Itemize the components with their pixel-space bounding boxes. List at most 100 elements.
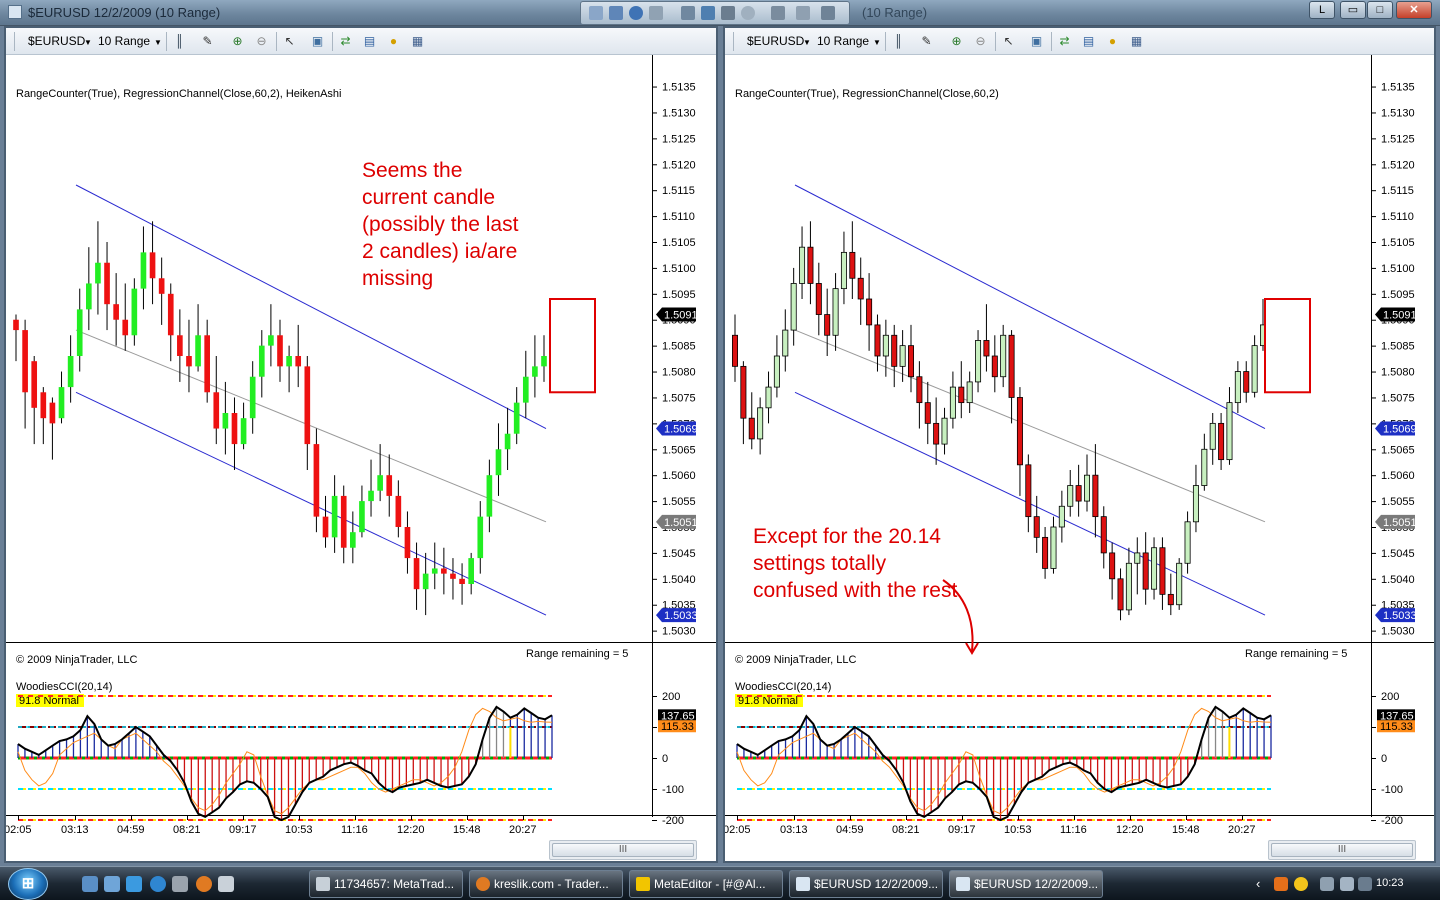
right-window-title: (10 Range) [862,5,928,20]
scroll-thumb[interactable]: III [552,843,694,857]
candle-body [757,407,764,440]
candle-body [340,495,347,548]
maximize-button[interactable]: □ [1367,1,1393,19]
tools-icon[interactable] [771,6,785,20]
refresh-icon[interactable] [589,6,603,20]
show-desktop-icon[interactable] [82,876,98,892]
interval-selector[interactable]: 10 Range [98,34,150,48]
window-icon[interactable] [218,876,234,892]
network-icon[interactable] [1320,877,1334,891]
y-tick [1371,242,1376,243]
chart-canvas[interactable]: RangeCounter(True), RegressionChannel(Cl… [6,55,716,835]
close-toolbar-icon[interactable] [821,6,835,20]
coin-icon[interactable]: ● [386,34,401,49]
firefox-icon[interactable] [196,876,212,892]
cursor-icon[interactable]: ↖ [1001,34,1016,49]
y-tick-label: 1.5040 [1381,574,1415,586]
interval-dropdown-icon[interactable]: ▼ [154,38,162,47]
strategy-icon[interactable]: ▤ [1081,34,1096,49]
candle-body [222,413,229,429]
candle-body [933,422,940,445]
tray-expand-icon[interactable]: ‹ [1256,877,1270,891]
strategy-icon[interactable]: ▤ [362,34,377,49]
taskbar-item-chart-1[interactable]: $EURUSD 12/2/2009... [789,870,943,898]
clock-icon[interactable] [741,6,755,20]
taskbar-item-metatrader[interactable]: 11734657: MetaTrad... [309,870,463,898]
globe-icon[interactable] [629,6,643,20]
data-box-icon[interactable]: ▦ [1129,34,1144,49]
horizontal-scrollbar[interactable]: III [1268,840,1416,860]
print-icon[interactable] [796,6,810,20]
pin-icon[interactable] [681,6,695,20]
bar-type-icon[interactable]: ║ [891,34,906,49]
cursor-icon[interactable]: ↖ [282,34,297,49]
annotation-text: (possibly the last [362,213,519,236]
snapshot-icon[interactable]: ▣ [310,34,325,49]
floating-toolbar[interactable] [580,1,850,25]
tray-app-icon[interactable] [1274,877,1288,891]
tools-icon[interactable] [172,876,188,892]
interval-dropdown-icon[interactable]: ▼ [873,38,881,47]
taskbar-item-metaeditor[interactable]: MetaEditor - [#@Al... [629,870,783,898]
instrument-dropdown-icon[interactable]: ▼ [803,38,811,47]
cci-marker-label: 115.33 [661,721,694,733]
y-tick [652,501,657,503]
link-icon[interactable] [721,6,735,20]
horizontal-scrollbar[interactable]: III [549,840,697,860]
media-icon[interactable] [126,876,142,892]
tray-coin-icon[interactable] [1294,877,1308,891]
minimize-button[interactable]: L [1309,1,1335,19]
candle-body [1075,485,1082,502]
y-tick-label: 1.5105 [1381,237,1415,249]
help-icon[interactable] [649,6,663,20]
indicators-icon[interactable]: ⇄ [1057,34,1072,49]
candle-body [495,449,502,476]
candle-body [67,356,74,388]
draw-tool-icon[interactable]: ✎ [200,34,215,49]
zoom-in-icon[interactable]: ⊕ [949,34,964,49]
cci-marker-label: 115.33 [1380,721,1413,733]
y-tick [1371,552,1376,554]
volume-icon[interactable] [1340,877,1354,891]
start-button[interactable]: ⊞ [8,868,48,900]
monitor-tray-icon[interactable] [1358,877,1372,891]
zoom-out-icon[interactable]: ⊖ [254,34,269,49]
instrument-selector[interactable]: $EURUSD [28,34,85,48]
x-tick [1186,815,1187,820]
info-icon[interactable] [609,6,623,20]
chart-canvas[interactable]: RangeCounter(True), RegressionChannel(Cl… [725,55,1434,835]
ie-icon[interactable] [150,876,166,892]
indicators-icon[interactable]: ⇄ [338,34,353,49]
y-tick [1371,527,1376,528]
draw-tool-icon[interactable]: ✎ [919,34,934,49]
close-button[interactable]: ✕ [1396,1,1432,19]
monitor-icon[interactable] [701,6,715,20]
cci-y-tick-label: 200 [662,691,680,703]
data-box-icon[interactable]: ▦ [410,34,425,49]
candle-body [815,283,822,315]
restore-button[interactable]: ▭ [1340,1,1366,19]
candle-body [31,361,38,408]
x-tick-label: 12:20 [1116,824,1144,835]
taskbar-item-kreslik[interactable]: kreslik.com - Trader... [469,870,623,898]
taskbar-item-chart-2[interactable]: $EURUSD 12/2/2009... [949,870,1103,898]
zoom-out-icon[interactable]: ⊖ [973,34,988,49]
candle-body [104,262,110,305]
bar-type-icon[interactable]: ║ [172,34,187,49]
y-tick [652,112,657,114]
candle-body [732,334,738,367]
snapshot-icon[interactable]: ▣ [1029,34,1044,49]
candle-body [941,417,948,445]
interval-selector[interactable]: 10 Range [817,34,869,48]
instrument-dropdown-icon[interactable]: ▼ [84,38,92,47]
x-tick-label: 02:05 [725,824,751,835]
y-tick-label: 1.5135 [662,82,696,94]
zoom-in-icon[interactable]: ⊕ [230,34,245,49]
explorer-icon[interactable] [104,876,120,892]
price-axis-line [1371,55,1372,817]
coin-icon[interactable]: ● [1105,34,1120,49]
x-tick-label: 09:17 [229,824,257,835]
scroll-thumb[interactable]: III [1271,843,1413,857]
instrument-selector[interactable]: $EURUSD [747,34,804,48]
price-marker-label: 1.5091 [1383,310,1417,322]
